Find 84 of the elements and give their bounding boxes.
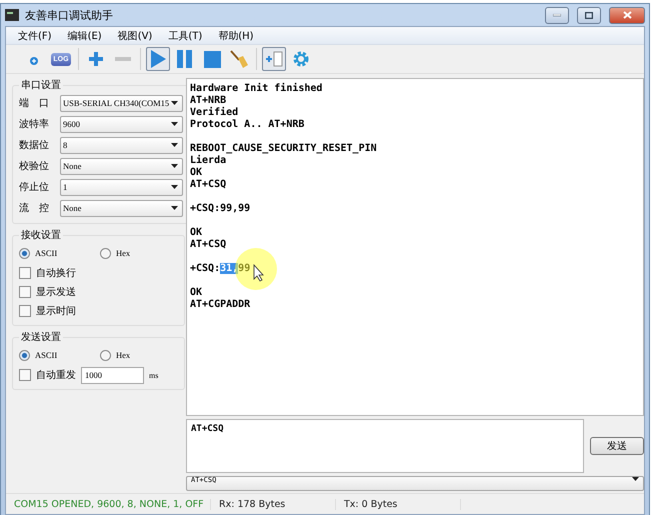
dropdown[interactable]: None xyxy=(60,158,184,174)
log-text: Hardware Init finished xyxy=(190,83,322,94)
dropdown-arrow-icon xyxy=(171,122,178,126)
toolbar-button[interactable] xyxy=(262,47,286,71)
log-text: Lierda xyxy=(190,155,226,166)
add-panel-icon xyxy=(265,51,283,67)
log-text: +CSQ: xyxy=(190,263,220,274)
minimize-button[interactable] xyxy=(545,6,569,24)
pause-icon xyxy=(177,50,193,68)
log-text: Verified xyxy=(190,107,238,118)
checkbox-label: 显示时间 xyxy=(36,304,76,318)
log-text: Protocol A.. AT+NRB xyxy=(190,119,304,130)
log-text: OK xyxy=(190,167,202,178)
radio-label: Hex xyxy=(116,350,130,360)
selected-text: 31, xyxy=(220,263,238,274)
radio-label: Hex xyxy=(116,248,130,258)
log-text: AT+CGPADDR xyxy=(190,299,250,310)
send-input[interactable]: AT+CSQ xyxy=(186,419,584,473)
log-text: OK xyxy=(190,287,202,298)
maximize-icon xyxy=(585,12,593,18)
field-label: 端 口 xyxy=(19,96,50,110)
checkbox[interactable] xyxy=(19,267,31,279)
checkbox-label: 自动重发 xyxy=(36,368,76,382)
dropdown-arrow-icon xyxy=(171,143,178,147)
log-text: +CSQ:99,99 xyxy=(190,203,250,214)
field-label: 停止位 xyxy=(19,180,50,194)
dropdown-arrow-icon xyxy=(632,477,639,481)
checkbox-label: 自动换行 xyxy=(36,267,76,280)
interval-spinbox[interactable]: 1000 xyxy=(81,366,144,384)
field-label: 数据位 xyxy=(19,139,50,152)
dropdown-arrow-icon xyxy=(171,185,178,189)
radio-button[interactable] xyxy=(19,248,30,258)
group-title: 发送设置 xyxy=(20,330,62,344)
field-label: 流 控 xyxy=(19,202,50,215)
plus-icon xyxy=(88,51,104,67)
status-text: Tx: 0 Bytes xyxy=(336,498,461,510)
radio-label: ASCII xyxy=(35,248,58,258)
group-title: 串口设置 xyxy=(20,78,62,92)
close-button[interactable] xyxy=(609,6,645,24)
checkbox-label: 显示发送 xyxy=(36,286,76,299)
stop-icon xyxy=(204,50,220,68)
dropdown-arrow-icon xyxy=(171,101,178,105)
dropdown[interactable]: 1 xyxy=(60,178,184,196)
play-icon xyxy=(150,50,166,68)
field-label: 校验位 xyxy=(19,160,50,173)
maximize-button[interactable] xyxy=(577,6,601,24)
checkbox[interactable] xyxy=(19,305,31,317)
menu-item[interactable]: 帮助(H) xyxy=(210,28,262,42)
radio-label: ASCII xyxy=(35,350,58,360)
minus-icon xyxy=(115,57,131,61)
send-button[interactable]: 发送 xyxy=(590,437,644,455)
radio-button[interactable] xyxy=(100,350,111,360)
broom-icon xyxy=(230,50,248,68)
menu-item[interactable]: 工具(T) xyxy=(160,28,210,42)
dropdown[interactable]: 8 xyxy=(60,136,184,154)
checkbox[interactable] xyxy=(19,369,31,381)
log-text: REBOOT_CAUSE_SECURITY_RESET_PIN xyxy=(190,143,377,154)
log-text: AT+CSQ xyxy=(190,179,226,190)
group-title: 接收设置 xyxy=(20,228,62,242)
settings-icon xyxy=(292,50,310,68)
log-text: AT+CSQ xyxy=(190,239,226,250)
radio-button[interactable] xyxy=(19,350,30,360)
app-icon xyxy=(5,9,19,21)
minimize-icon xyxy=(553,14,561,16)
dropdown[interactable]: None xyxy=(60,200,184,216)
log-text: OK xyxy=(190,227,202,238)
toolbar-button[interactable] xyxy=(146,47,170,71)
close-icon xyxy=(622,11,632,19)
status-text: COM15 OPENED, 9600, 8, NONE, 1, OFF xyxy=(6,498,211,510)
dropdown-arrow-icon xyxy=(171,206,178,210)
field-label: 波特率 xyxy=(19,118,50,131)
dropdown[interactable]: USB-SERIAL CH340(COM15 xyxy=(60,94,184,112)
unit-label: ms xyxy=(149,370,158,380)
status-text: Rx: 178 Bytes xyxy=(211,498,336,510)
log-text: AT+NRB xyxy=(190,95,226,106)
dropdown-arrow-icon xyxy=(171,164,178,168)
menu-item[interactable]: 编辑(E) xyxy=(60,28,110,42)
log-text: 99 xyxy=(238,263,250,274)
menu-item[interactable]: 视图(V) xyxy=(110,28,160,42)
checkbox[interactable] xyxy=(19,286,31,298)
menu-item[interactable]: 文件(F) xyxy=(10,28,60,42)
dropdown[interactable]: 9600 xyxy=(60,116,184,132)
window-title: 友善串口调试助手 xyxy=(25,8,114,22)
radio-button[interactable] xyxy=(100,248,111,258)
